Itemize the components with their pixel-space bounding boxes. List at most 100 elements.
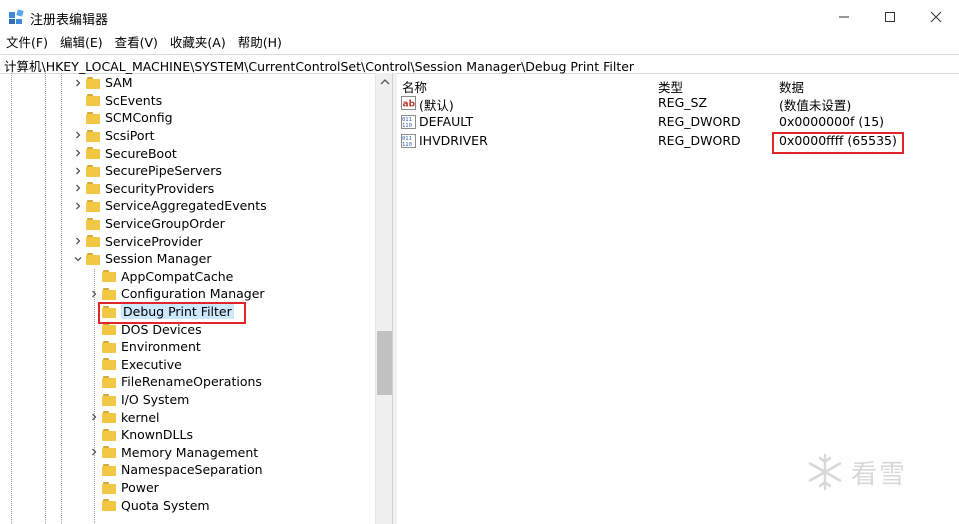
chevron-right-icon [76,184,81,192]
close-button[interactable] [913,0,959,34]
regedit-icon [9,9,24,24]
value-type: REG_SZ [658,95,708,110]
highlight-box [98,302,246,324]
scroll-up-button[interactable] [376,75,393,89]
expand-toggle[interactable] [73,197,83,214]
tree-item[interactable]: ScsiPort [86,127,155,145]
tree-item[interactable]: SCMConfig [86,109,173,127]
folder-icon [102,358,116,371]
chevron-right-icon [76,131,81,139]
tree-item[interactable]: Environment [102,338,201,356]
value-type: REG_DWORD [658,133,741,148]
folder-icon [86,76,100,89]
chevron-right-icon [76,79,81,86]
tree-item[interactable]: SecurityProviders [86,180,214,198]
tree-item[interactable]: kernel [102,408,160,426]
tree-item[interactable]: Configuration Manager [102,285,265,303]
snowflake-icon [808,453,842,491]
tree-item[interactable]: Memory Management [102,444,258,462]
tree-item-label: ScsiPort [105,128,155,144]
folder-icon [102,499,116,512]
tree-item[interactable]: SecurePipeServers [86,162,222,180]
chevron-right-icon [76,237,81,245]
menu-bar: 文件(F) 编辑(E) 查看(V) 收藏夹(A) 帮助(H) [0,34,288,54]
tree-item-label: FileRenameOperations [121,374,262,390]
collapse-toggle[interactable] [73,250,83,267]
tree-item[interactable]: FileRenameOperations [102,373,262,391]
tree-item-label: kernel [121,409,160,425]
folder-icon [86,252,100,265]
svg-text:110: 110 [402,123,412,129]
chevron-down-icon [74,256,82,261]
tree-item[interactable]: Session Manager [86,250,211,268]
expand-toggle[interactable] [73,232,83,249]
menu-edit[interactable]: 编辑(E) [54,34,109,54]
folder-icon [86,199,100,212]
tree-item-label: SAM [105,75,133,91]
title-bar[interactable]: 注册表编辑器 [0,0,959,34]
chevron-right-icon [76,202,81,210]
tree-item[interactable]: AppCompatCache [102,268,233,286]
address-bar[interactable]: 计算机\HKEY_LOCAL_MACHINE\SYSTEM\CurrentCon… [0,54,959,74]
chevron-right-icon [92,290,97,298]
expand-toggle[interactable] [73,127,83,144]
scroll-thumb[interactable] [377,331,392,395]
tree-item-label: AppCompatCache [121,268,234,284]
tree-guide-line [94,269,95,524]
menu-help[interactable]: 帮助(H) [232,34,288,54]
tree-item-label: Environment [121,339,201,355]
tree-guide-line [11,73,12,524]
minimize-button[interactable] [821,0,867,34]
tree-item[interactable]: Executive [102,356,182,374]
tree-guide-line [45,73,46,524]
tree-item[interactable]: Power [102,479,159,497]
menu-view[interactable]: 查看(V) [109,34,164,54]
tree-item-label: Executive [121,356,182,372]
folder-icon [102,287,116,300]
chevron-right-icon [76,149,81,157]
chevron-right-icon [92,448,97,456]
value-data: (数值未设置) [779,98,852,113]
tree-item[interactable]: SAM [86,74,133,92]
menu-file[interactable]: 文件(F) [0,34,54,54]
tree-item[interactable]: I/O System [102,391,189,409]
expand-toggle[interactable] [89,285,99,302]
folder-icon [86,94,100,107]
value-row[interactable]: ab (默认) REG_SZ (数值未设置) [397,94,959,113]
folder-icon [86,129,100,142]
maximize-button[interactable] [867,0,913,34]
window-title: 注册表编辑器 [30,13,109,28]
tree-item[interactable]: NamespaceSeparation [102,461,263,479]
folder-icon [86,111,100,124]
maximize-icon [885,12,895,22]
expand-toggle[interactable] [73,162,83,179]
menu-favorites[interactable]: 收藏夹(A) [164,34,232,54]
registry-tree[interactable]: SAM ScEvents SCMConfig ScsiPort SecureBoot Se… [0,73,375,524]
folder-icon [102,481,116,494]
expand-toggle[interactable] [89,408,99,425]
folder-icon [86,217,100,230]
value-name: DEFAULT [419,114,474,129]
value-row[interactable]: 011 110 DEFAULT REG_DWORD 0x0000000f (15… [397,113,959,132]
tree-item[interactable]: ServiceAggregatedEvents [86,197,267,215]
tree-item-label: Quota System [121,497,210,513]
folder-icon [86,235,100,248]
binary-value-icon: 011 110 [401,134,416,148]
tree-item[interactable]: ServiceGroupOrder [86,215,225,233]
tree-item[interactable]: ServiceProvider [86,232,203,250]
folder-icon [86,182,100,195]
expand-toggle[interactable] [73,180,83,197]
svg-text:ab: ab [403,100,416,110]
expand-toggle[interactable] [73,144,83,161]
expand-toggle[interactable] [89,444,99,461]
tree-item[interactable]: SecureBoot [86,144,177,162]
tree-guide-line [61,73,62,524]
folder-icon [86,164,100,177]
tree-item[interactable]: Quota System [102,496,210,514]
tree-item[interactable]: KnownDLLs [102,426,193,444]
tree-scrollbar[interactable] [375,73,393,524]
tree-item[interactable]: ScEvents [86,92,162,110]
tree-item-label: KnownDLLs [121,427,193,443]
tree-item-label: ServiceAggregatedEvents [105,198,267,214]
expand-toggle[interactable] [73,74,83,91]
